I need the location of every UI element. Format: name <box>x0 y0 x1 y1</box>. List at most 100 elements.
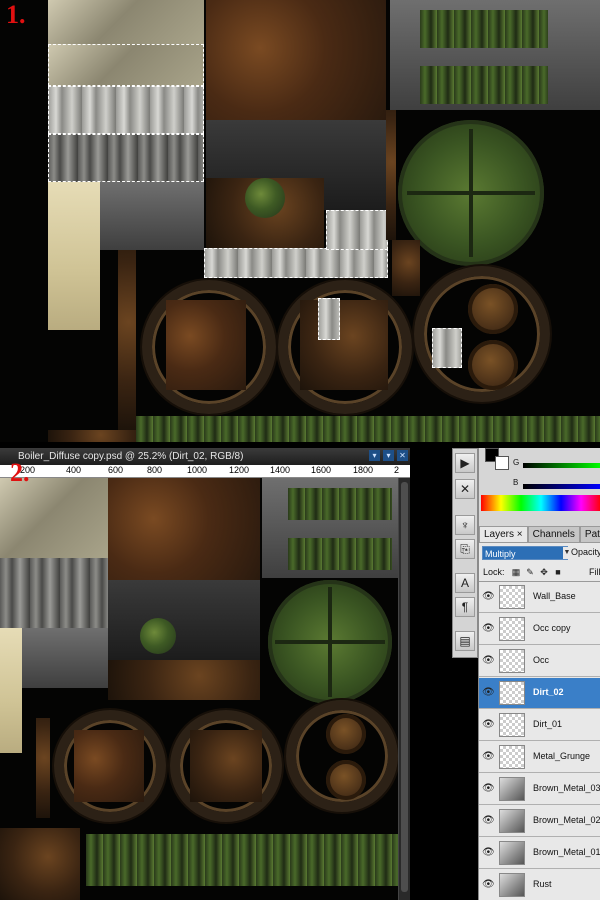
ruler-tick: 1400 <box>270 465 291 475</box>
minimize-button[interactable]: ▾ <box>369 450 380 461</box>
tab-layers[interactable]: Layers × <box>479 526 528 542</box>
eye-icon[interactable]: 👁 <box>482 847 495 859</box>
tab-paths[interactable]: Paths <box>579 526 600 542</box>
horizontal-ruler[interactable]: 200 400 600 800 1000 1200 1400 1600 1800… <box>0 465 410 478</box>
canvas-rust-bar <box>36 718 50 818</box>
layer-thumbnail <box>499 777 525 801</box>
layer-thumbnail <box>499 745 525 769</box>
canvas-wheel-center-detail <box>190 730 262 802</box>
clone-icon[interactable]: ⎘ <box>455 539 475 559</box>
eye-icon[interactable]: 👁 <box>482 655 495 667</box>
layer-name: Occ copy <box>533 623 571 633</box>
lock-transparency-icon[interactable]: ▦ <box>511 567 521 577</box>
ruler-tick: 1000 <box>187 465 208 475</box>
play-icon[interactable]: ▶ <box>455 453 475 473</box>
background-color-swatch[interactable] <box>495 456 509 470</box>
lock-position-icon[interactable]: ✥ <box>539 567 549 577</box>
b-slider-label: B <box>513 478 519 487</box>
eye-icon[interactable]: 👁 <box>482 591 495 603</box>
document-title: Boiler_Diffuse copy.psd @ 25.2% (Dirt_02… <box>18 451 244 462</box>
layer-comps-icon[interactable]: ▤ <box>455 631 475 651</box>
layer-thumbnail <box>499 809 525 833</box>
tools-icon[interactable]: ✕ <box>455 479 475 499</box>
layer-row[interactable]: 👁 Occ copy <box>479 614 600 645</box>
paragraph-icon[interactable]: ¶ <box>455 597 475 617</box>
scrollbar-thumb[interactable] <box>401 482 408 892</box>
ruler-tick: 2 <box>394 465 400 475</box>
character-icon[interactable]: A <box>455 573 475 593</box>
rust-panel-tile <box>206 0 386 120</box>
b-slider[interactable] <box>523 484 600 489</box>
canvas-green-disc <box>140 618 176 654</box>
lock-all-icon[interactable]: ■ <box>553 567 563 577</box>
canvas-concrete-tile <box>0 478 108 558</box>
chevron-down-icon[interactable]: ▼ <box>563 547 571 559</box>
ruler-tick: 800 <box>147 465 163 475</box>
planks-tile-selected <box>48 86 204 134</box>
green-strip-tile-2 <box>420 66 548 104</box>
eye-icon[interactable]: 👁 <box>482 751 495 763</box>
layer-row[interactable]: 👁 Brown_Metal_02 <box>479 806 600 837</box>
workspace-gap <box>410 448 452 900</box>
opacity-label: Opacity: <box>571 547 600 557</box>
g-slider-label: G <box>513 458 520 467</box>
light-block-tile-selected <box>326 210 388 250</box>
layer-name: Dirt_02 <box>533 687 564 697</box>
panel-dock-strip: ▶ ✕ ♆ ⎘ A ¶ ▤ <box>452 448 478 658</box>
rust-bar-tile <box>118 250 136 430</box>
color-panel: G B <box>479 448 600 520</box>
layer-row[interactable]: 👁 Dirt_01 <box>479 710 600 741</box>
step-1-label: 1. <box>6 0 26 29</box>
canvas-bottom-rust <box>0 828 80 900</box>
layer-thumbnail <box>499 585 525 609</box>
layer-name: Metal_Grunge <box>533 751 591 761</box>
color-spectrum[interactable] <box>481 495 600 511</box>
maximize-button[interactable]: ▾ <box>383 450 394 461</box>
eye-icon[interactable]: 👁 <box>482 879 495 891</box>
ruler-tick: 400 <box>66 465 82 475</box>
g-slider[interactable] <box>523 463 600 468</box>
grey-metal-tile <box>100 182 204 250</box>
layer-name: Brown_Metal_01 <box>533 847 600 857</box>
layer-row[interactable]: 👁 Dirt_02 <box>479 678 600 709</box>
vertical-scrollbar[interactable] <box>398 478 410 900</box>
lock-label: Lock: <box>483 567 505 577</box>
green-strip-tile <box>420 10 548 48</box>
photoshop-view-2: Boiler_Diffuse copy.psd @ 25.2% (Dirt_02… <box>0 448 600 900</box>
layer-row[interactable]: 👁 Occ <box>479 646 600 677</box>
ruler-tick: 1600 <box>311 465 332 475</box>
lock-image-icon[interactable]: ✎ <box>525 567 535 577</box>
layer-row[interactable]: 👁 Brown_Metal_01 <box>479 838 600 869</box>
layer-thumbnail <box>499 713 525 737</box>
layer-row[interactable]: 👁 Wall_Base <box>479 582 600 613</box>
brush-icon[interactable]: ♆ <box>455 515 475 535</box>
eye-icon[interactable]: 👁 <box>482 719 495 731</box>
tab-channels[interactable]: Channels <box>527 526 580 542</box>
light-plank-tile-selected <box>204 248 388 278</box>
cream-wall-tile <box>48 182 100 330</box>
layer-row[interactable]: 👁 Brown_Metal_03 <box>479 774 600 805</box>
vertical-rust-bar <box>386 110 396 240</box>
layer-thumbnail <box>499 617 525 641</box>
planks-tile-dark <box>48 134 204 182</box>
wheel-center-selection <box>318 298 340 340</box>
canvas-cream-tile <box>0 628 22 753</box>
layer-row[interactable]: 👁 Rust <box>479 870 600 900</box>
eye-icon[interactable]: 👁 <box>482 623 495 635</box>
ruler-tick: 600 <box>108 465 124 475</box>
eye-icon[interactable]: 👁 <box>482 815 495 827</box>
canvas-pipe-bottom <box>326 760 366 800</box>
blend-mode-select[interactable]: Multiply ▼ <box>482 546 571 560</box>
layer-row[interactable]: 👁 Metal_Grunge <box>479 742 600 773</box>
layers-list: 👁 Wall_Base 👁 Occ copy 👁 Occ 👁 Dirt_02 👁 Dirt_01 👁… <box>479 582 600 900</box>
close-button[interactable]: ✕ <box>397 450 408 461</box>
pipe-top <box>468 284 518 334</box>
layer-name: Brown_Metal_03 <box>533 783 600 793</box>
pipe-bottom <box>468 340 518 390</box>
eye-icon[interactable]: 👁 <box>482 687 495 699</box>
layer-name: Brown_Metal_02 <box>533 815 600 825</box>
document-titlebar[interactable]: Boiler_Diffuse copy.psd @ 25.2% (Dirt_02… <box>0 448 410 465</box>
layer-name: Occ <box>533 655 550 665</box>
eye-icon[interactable]: 👁 <box>482 783 495 795</box>
document-canvas[interactable] <box>0 478 398 900</box>
